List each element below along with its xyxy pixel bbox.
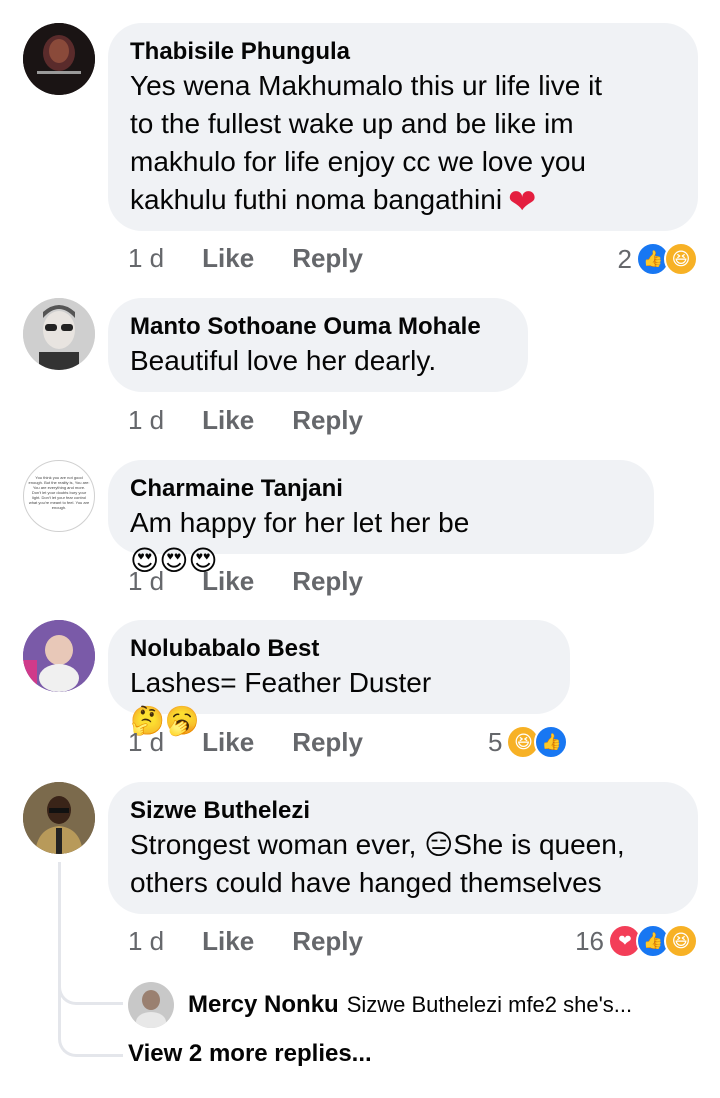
haha-reaction-icon: 😆 (664, 924, 698, 958)
reply-button[interactable]: Reply (292, 405, 363, 436)
avatar[interactable]: You think you are not good enough. But t… (23, 460, 95, 532)
reaction-count: 5 (488, 726, 503, 757)
comment-text-body: Am happy for her let her be (130, 507, 470, 538)
thread-connector (58, 1000, 123, 1057)
thread-connector (58, 960, 123, 1005)
avatar[interactable] (23, 23, 95, 95)
comment-bubble: Manto Sothoane Ouma Mohale Beautiful lov… (108, 298, 528, 392)
comment-bubble: Nolubabalo Best Lashes= Feather Duster 🤔… (108, 620, 570, 736)
reply-text: Sizwe Buthelezi mfe2 she's... (346, 992, 633, 1017)
comment-actions: 1 d Like Reply (128, 405, 363, 436)
reply-button[interactable]: Reply (292, 926, 363, 957)
comment-author[interactable]: Charmaine Tanjani (130, 474, 632, 504)
comment-text-body: Lashes= Feather Duster (130, 667, 432, 698)
comment-author[interactable]: Nolubabalo Best (130, 634, 548, 664)
reply-button[interactable]: Reply (292, 243, 363, 274)
heart-emoji-icon: ❤ (508, 183, 537, 221)
comment-author[interactable]: Manto Sothoane Ouma Mohale (130, 312, 506, 342)
comment-text-body: She is queen, (453, 829, 625, 860)
comment-actions: 1 d Like Reply (128, 243, 363, 274)
reaction-count: 16 (575, 925, 604, 956)
comment-author[interactable]: Sizwe Buthelezi (130, 796, 676, 826)
comment-text: Strongest woman ever, 😑She is queen, othe… (130, 826, 676, 902)
comment-time[interactable]: 1 d (128, 405, 164, 436)
reply-author[interactable]: Mercy Nonku (188, 991, 339, 1019)
comment-time[interactable]: 1 d (128, 727, 164, 758)
reply-button[interactable]: Reply (292, 727, 363, 758)
comment-time[interactable]: 1 d (128, 566, 164, 597)
avatar-image (23, 620, 95, 692)
comment-bubble: Thabisile Phungula Yes wena Makhumalo th… (108, 23, 698, 231)
comment-actions: 1 d Like Reply (128, 926, 363, 957)
comment-text: Yes wena Makhumalo this ur life live it … (130, 67, 676, 221)
avatar-image (23, 298, 95, 370)
comment-time[interactable]: 1 d (128, 243, 164, 274)
comment-actions: 1 d Like Reply (128, 727, 363, 758)
avatar[interactable] (23, 298, 95, 370)
expressionless-face-emoji-icon: 😑 (424, 829, 454, 860)
reaction-summary[interactable]: 16 ❤ 👍 😆 (575, 924, 698, 958)
comment-text-body: Strongest woman ever, (130, 829, 425, 860)
comment-author[interactable]: Thabisile Phungula (130, 37, 676, 67)
like-button[interactable]: Like (202, 566, 254, 597)
comment-text-body: others could have hanged themselves (130, 867, 602, 898)
reply-avatar[interactable] (128, 982, 174, 1028)
reaction-summary[interactable]: 2 👍 😆 (618, 242, 698, 276)
view-more-replies-link[interactable]: View 2 more replies... (128, 1040, 372, 1068)
comment-text: Beautiful love her dearly. (130, 345, 437, 376)
like-button[interactable]: Like (202, 926, 254, 957)
avatar[interactable] (23, 782, 95, 854)
avatar-image (128, 982, 174, 1028)
reaction-summary[interactable]: 5 😆 👍 (488, 725, 569, 759)
reply-button[interactable]: Reply (292, 566, 363, 597)
reply-preview[interactable]: Mercy Nonku Sizwe Buthelezi mfe2 she's..… (128, 982, 632, 1028)
like-button[interactable]: Like (202, 243, 254, 274)
like-button[interactable]: Like (202, 727, 254, 758)
comment-bubble: Sizwe Buthelezi Strongest woman ever, 😑S… (108, 782, 698, 914)
haha-reaction-icon: 😆 (664, 242, 698, 276)
like-reaction-icon: 👍 (534, 725, 569, 759)
comment-actions: 1 d Like Reply (128, 566, 363, 597)
like-button[interactable]: Like (202, 405, 254, 436)
avatar[interactable] (23, 620, 95, 692)
comment-bubble: Charmaine Tanjani Am happy for her let h… (108, 460, 654, 576)
avatar-image (23, 782, 95, 854)
reaction-count: 2 (617, 243, 632, 274)
avatar-quote-text: You think you are not good enough. But t… (28, 475, 90, 510)
avatar-image (23, 23, 95, 95)
comment-time[interactable]: 1 d (128, 926, 164, 957)
